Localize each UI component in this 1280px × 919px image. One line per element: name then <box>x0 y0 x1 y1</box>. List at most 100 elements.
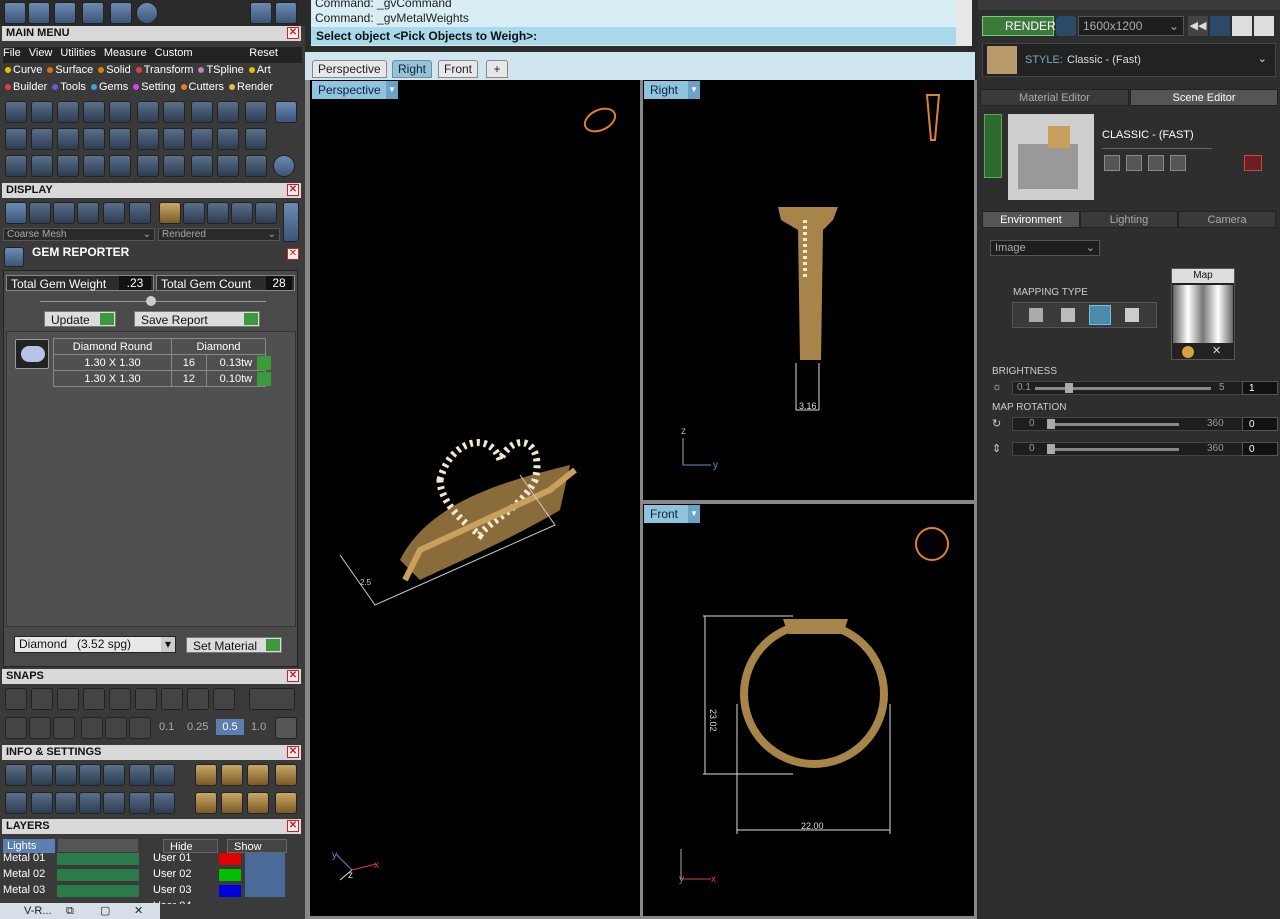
tab-scene-editor[interactable]: Scene Editor <box>1130 89 1278 106</box>
circle-icon[interactable] <box>273 155 295 177</box>
filter-icon[interactable] <box>103 792 125 814</box>
tool-icon[interactable] <box>109 101 131 123</box>
menu-surface[interactable]: Surface <box>47 64 93 76</box>
tool-icon[interactable] <box>31 101 53 123</box>
info-icon[interactable] <box>275 764 297 786</box>
tool-icon[interactable] <box>191 155 213 177</box>
taskbar-item[interactable]: V-R... ⧉ ▢ ✕ <box>0 903 160 919</box>
tab-lighting[interactable]: Lighting <box>1080 211 1178 228</box>
tab-environment[interactable]: Environment <box>982 211 1080 228</box>
info-icon[interactable] <box>31 792 53 814</box>
info-icon[interactable] <box>153 792 175 814</box>
layer-user-01[interactable]: User 01 <box>153 851 192 865</box>
command-scrollbar[interactable] <box>956 0 972 46</box>
layer-metal-02[interactable]: Metal 02 <box>3 867 45 881</box>
rotation2-handle[interactable] <box>1047 444 1055 454</box>
info-icon[interactable] <box>195 764 217 786</box>
menu-solid[interactable]: Solid <box>98 64 131 76</box>
menu-curve[interactable]: Curve <box>5 64 42 76</box>
tab-material-editor[interactable]: Material Editor <box>980 89 1129 106</box>
save-report-button[interactable]: Save Report <box>134 311 260 327</box>
grid-toggle-icon[interactable] <box>275 717 297 739</box>
display-icon[interactable] <box>207 202 229 224</box>
render-button[interactable]: RENDER <box>982 16 1056 36</box>
close-icon[interactable]: ✕ <box>287 27 299 39</box>
tool-icon[interactable] <box>137 128 159 150</box>
gems-icon[interactable] <box>28 2 50 24</box>
menu-cutters[interactable]: Cutters <box>180 81 224 93</box>
table-row[interactable]: 1.30 X 1.30 12 0.10tw <box>53 370 267 387</box>
show-button[interactable]: Show <box>227 839 287 853</box>
snap-icon[interactable] <box>109 688 131 710</box>
tool-icon[interactable] <box>83 155 105 177</box>
layer-color-swatch[interactable] <box>57 853 139 865</box>
info-icon[interactable] <box>275 792 297 814</box>
viewport-icon[interactable] <box>1210 16 1230 36</box>
mesh-select[interactable]: Coarse Mesh ⌄ <box>3 228 155 241</box>
rotation1-value[interactable]: 0 <box>1242 417 1278 431</box>
plane-mapping-icon[interactable] <box>1029 308 1043 322</box>
menu-tspline[interactable]: TSpline <box>198 64 244 76</box>
move-icon[interactable] <box>109 155 131 177</box>
forward-arrow-icon[interactable] <box>275 2 297 24</box>
tool-icon[interactable] <box>31 155 53 177</box>
tool-icon[interactable] <box>191 128 213 150</box>
info-icon[interactable] <box>55 792 77 814</box>
folder-icon[interactable] <box>110 2 132 24</box>
divider-handle[interactable] <box>146 296 156 306</box>
display-icon[interactable] <box>103 202 125 224</box>
menu-render[interactable]: Render <box>229 81 273 93</box>
list-icon[interactable] <box>1232 16 1252 36</box>
sphere-mapping-icon[interactable] <box>1089 305 1111 325</box>
camera-icon[interactable] <box>1056 16 1076 36</box>
snap-icon[interactable] <box>83 688 105 710</box>
info-icon[interactable] <box>153 764 175 786</box>
rewind-icon[interactable]: ◀◀ <box>1188 16 1208 36</box>
info-icon[interactable] <box>79 792 101 814</box>
display-icon[interactable] <box>183 202 205 224</box>
cube-mapping-icon[interactable] <box>1061 308 1075 322</box>
refresh-icon[interactable] <box>1244 155 1262 171</box>
rotation1-handle[interactable] <box>1047 419 1055 429</box>
color-picker-icon[interactable] <box>1182 346 1194 358</box>
tool-icon[interactable] <box>245 101 267 123</box>
close-icon[interactable]: ✕ <box>287 248 299 260</box>
info-icon[interactable] <box>221 792 243 814</box>
tool-icon[interactable] <box>217 101 239 123</box>
tool-icon[interactable] <box>137 155 159 177</box>
close-icon[interactable]: ✕ <box>287 820 299 832</box>
info-icon[interactable] <box>103 764 125 786</box>
brightness-slider[interactable]: 0.1 5 <box>1012 381 1246 395</box>
tool-icon[interactable] <box>83 128 105 150</box>
info-icon[interactable] <box>79 764 101 786</box>
menu-setting[interactable]: Setting <box>133 81 176 93</box>
tool-icon[interactable] <box>163 101 185 123</box>
info-icon[interactable] <box>247 764 269 786</box>
tool-icon[interactable] <box>57 101 79 123</box>
tab-camera[interactable]: Camera <box>1178 211 1276 228</box>
info-icon[interactable] <box>247 792 269 814</box>
snap-icon[interactable] <box>161 688 183 710</box>
table-row[interactable]: 1.30 X 1.30 16 0.13tw <box>53 354 267 371</box>
add-tab-icon[interactable]: + <box>486 60 508 78</box>
shading-select[interactable]: Rendered ⌄ <box>158 228 280 241</box>
tool-icon[interactable] <box>163 128 185 150</box>
tool-icon[interactable] <box>5 101 27 123</box>
export-icon[interactable] <box>1148 155 1164 171</box>
snap-icon[interactable] <box>5 688 27 710</box>
tool-icon[interactable] <box>83 101 105 123</box>
save-icon[interactable] <box>1104 155 1120 171</box>
layer-user-03[interactable]: User 03 <box>153 883 192 897</box>
rotation2-value[interactable]: 0 <box>1242 442 1278 456</box>
brightness-handle[interactable] <box>1065 383 1073 393</box>
tab-front[interactable]: Front <box>438 60 479 78</box>
right-viewport[interactable]: Right ▼ 3.16 zy <box>643 80 974 500</box>
style-selector[interactable]: STYLE: Classic - (Fast) ⌄ <box>982 43 1276 77</box>
layer-color-swatch[interactable] <box>57 869 139 881</box>
environment-source-select[interactable]: Image ⌄ <box>990 240 1100 256</box>
snap-icon[interactable] <box>29 717 51 739</box>
select-row-icon[interactable] <box>257 372 271 386</box>
layer-color-swatch[interactable] <box>219 853 241 865</box>
new-file-icon[interactable] <box>4 2 26 24</box>
tool-icon[interactable] <box>5 155 27 177</box>
